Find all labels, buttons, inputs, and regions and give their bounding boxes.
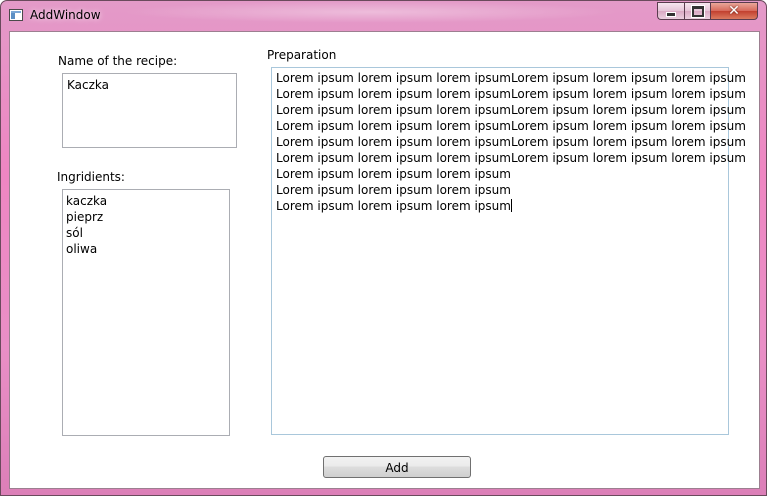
- ingredient-line: kaczka: [66, 194, 108, 208]
- text-caret: [510, 199, 512, 212]
- app-window-icon: [9, 9, 23, 21]
- preparation-line: Lorem ipsum lorem ipsum lorem ipsumLorem…: [276, 103, 746, 117]
- minimize-icon: [666, 12, 676, 17]
- preparation-line: Lorem ipsum lorem ipsum lorem ipsumLorem…: [276, 87, 746, 101]
- client-area: Name of the recipe: Kaczka Ingridients: …: [9, 31, 760, 489]
- close-button[interactable]: ✕: [710, 2, 758, 20]
- recipe-name-input[interactable]: Kaczka: [62, 73, 237, 148]
- ingredients-label: Ingridients:: [57, 170, 125, 184]
- ingredient-line: sól: [66, 226, 83, 240]
- maximize-button[interactable]: [684, 2, 710, 20]
- preparation-line-text: Lorem ipsum lorem ipsum lorem ipsum: [276, 199, 511, 213]
- window-title: AddWindow: [30, 8, 101, 22]
- ingredient-line: oliwa: [66, 242, 98, 256]
- preparation-line-last: Lorem ipsum lorem ipsum lorem ipsum: [276, 198, 724, 214]
- preparation-line: Lorem ipsum lorem ipsum lorem ipsum: [276, 183, 511, 197]
- preparation-line: Lorem ipsum lorem ipsum lorem ipsumLorem…: [276, 135, 746, 149]
- preparation-line: Lorem ipsum lorem ipsum lorem ipsumLorem…: [276, 151, 746, 165]
- maximize-icon: [691, 5, 704, 17]
- ingredients-input[interactable]: kaczka pieprz sól oliwa: [62, 189, 230, 436]
- preparation-line: Lorem ipsum lorem ipsum lorem ipsum: [276, 167, 511, 181]
- preparation-input[interactable]: Lorem ipsum lorem ipsum lorem ipsum Lorem…: [271, 67, 746, 435]
- close-icon: ✕: [728, 3, 740, 19]
- add-button[interactable]: Add: [323, 456, 471, 478]
- recipe-name-value: Kaczka: [67, 78, 109, 92]
- minimize-button[interactable]: [657, 2, 684, 20]
- preparation-line: Lorem ipsum lorem ipsum lorem ipsumLorem…: [276, 119, 746, 133]
- recipe-name-label: Name of the recipe:: [58, 54, 178, 68]
- caption-buttons: ✕: [657, 2, 758, 21]
- ingredient-line: pieprz: [66, 210, 104, 224]
- window-frame: AddWindow ✕ Name of the recipe: Kaczka I…: [0, 0, 767, 496]
- preparation-label: Preparation: [267, 48, 337, 62]
- preparation-line: Lorem ipsum lorem ipsum lorem ipsumLorem…: [276, 71, 746, 85]
